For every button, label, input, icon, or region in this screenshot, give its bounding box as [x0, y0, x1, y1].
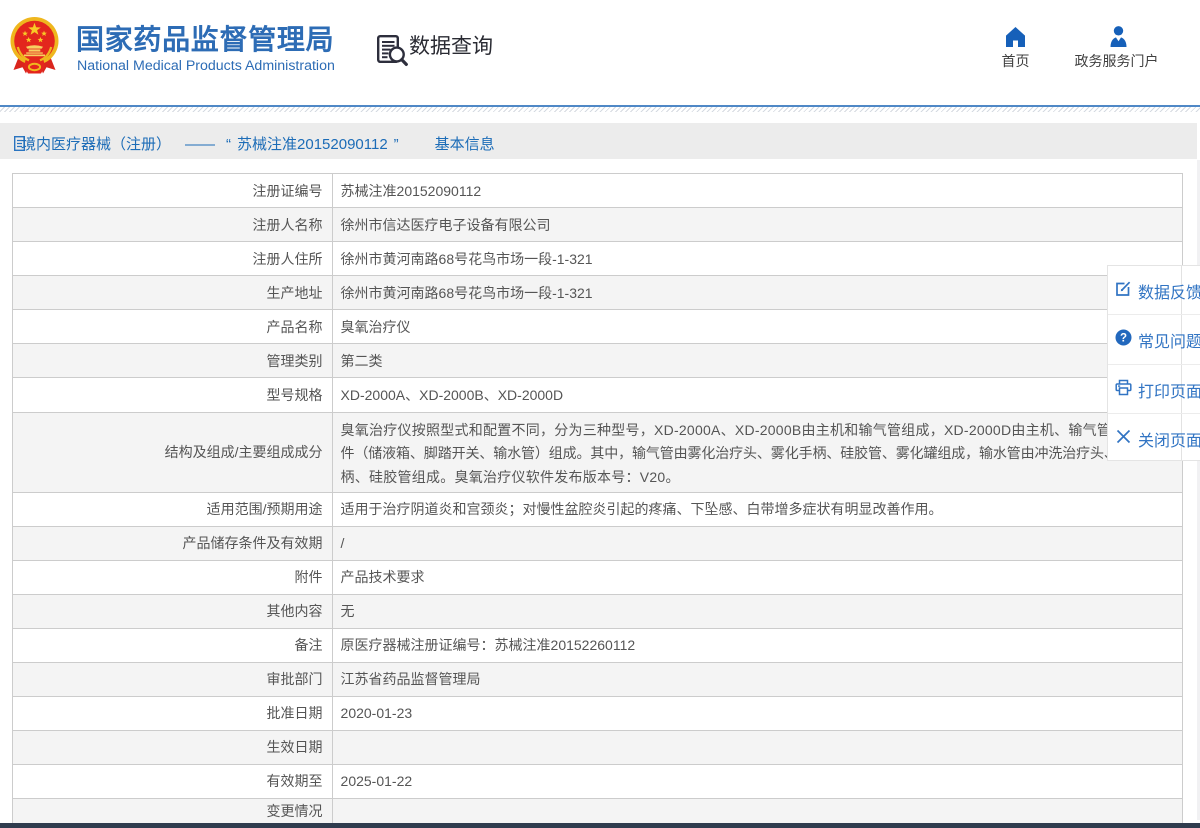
svg-text:?: ? — [1120, 333, 1127, 345]
